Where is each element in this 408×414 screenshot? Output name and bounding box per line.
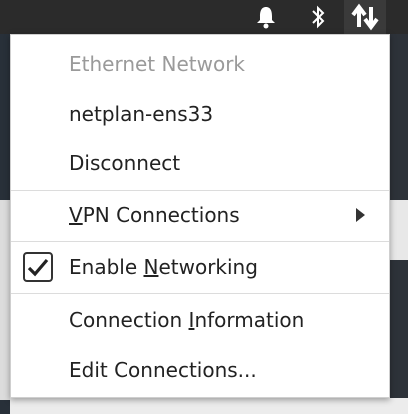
top-panel [0,0,408,34]
enable-networking-label: Enable Networking [69,255,258,279]
menu-item-enable-networking[interactable]: Enable Networking [11,243,389,291]
network-arrows-icon[interactable] [344,0,386,34]
menu-item-vpn-connections[interactable]: VPN Connections [11,191,389,239]
bluetooth-icon[interactable] [305,0,331,34]
ethernet-network-label: Ethernet Network [69,52,246,76]
menu-item-connection-information[interactable]: Connection Information [11,296,389,344]
menu-item-connection[interactable]: netplan-ens33 [11,90,389,138]
menu-item-edit-connections[interactable]: Edit Connections... [11,346,389,394]
background-left-panel [0,200,10,400]
background-bottom-panel [10,398,408,414]
bell-icon[interactable] [253,0,279,34]
network-menu: Ethernet Network netplan-ens33 Disconnec… [10,34,390,398]
connection-information-label: Connection Information [69,308,305,332]
connection-name-label: netplan-ens33 [69,102,214,126]
menu-item-disconnect[interactable]: Disconnect [11,139,389,187]
background-right-panel [390,200,408,260]
chevron-right-icon [356,208,365,222]
vpn-connections-label: VPN Connections [69,203,240,227]
checkmark-icon [27,258,49,277]
menu-header-ethernet: Ethernet Network [11,40,389,88]
menu-separator [11,241,389,242]
disconnect-label: Disconnect [69,151,181,175]
menu-separator [11,293,389,294]
edit-connections-label: Edit Connections... [69,358,257,382]
enable-networking-checkbox[interactable] [23,252,53,282]
